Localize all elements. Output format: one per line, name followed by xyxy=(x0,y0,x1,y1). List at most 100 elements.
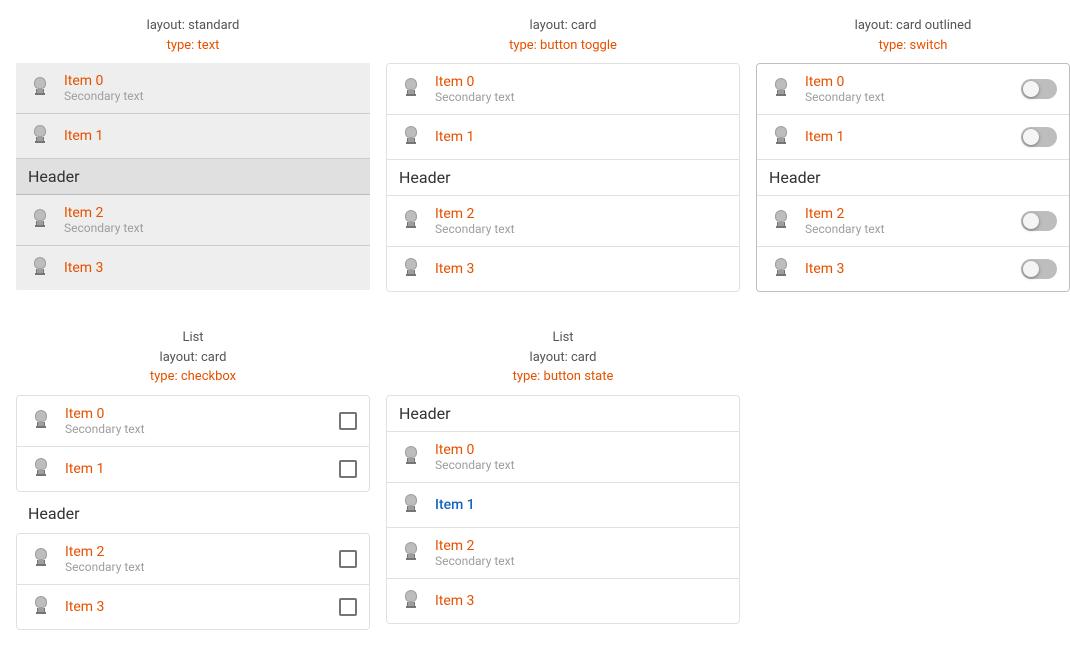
header-label: Header xyxy=(28,167,80,186)
list-header: Header xyxy=(387,396,739,432)
section-list-card-button-state: List layout: card type: button state Hea… xyxy=(378,320,748,638)
list-item[interactable]: Item 0 Secondary text xyxy=(387,64,739,115)
type-label-5: type: button state xyxy=(386,367,740,387)
item-text: Item 0 Secondary text xyxy=(435,442,727,472)
item-text: Item 2 Secondary text xyxy=(435,538,727,568)
checkbox[interactable] xyxy=(339,598,357,616)
list-item[interactable]: Item 1 xyxy=(17,447,369,491)
bulb-icon xyxy=(769,209,793,233)
item-text: Item 2 Secondary text xyxy=(65,544,339,574)
standalone-header: Header xyxy=(16,496,370,531)
list-item[interactable]: Item 2 Secondary text xyxy=(387,528,739,579)
bulb-icon-item0 xyxy=(28,76,52,100)
bulb-icon xyxy=(769,77,793,101)
list-item[interactable]: Item 0 Secondary text xyxy=(387,432,739,483)
toggle-switch[interactable] xyxy=(1021,259,1057,279)
type-label-2: type: button toggle xyxy=(386,36,740,56)
list-item[interactable]: Item 2 Secondary text xyxy=(387,196,739,247)
list-item[interactable]: Item 2 Secondary text xyxy=(17,534,369,585)
layout-label-5: layout: card xyxy=(386,348,740,368)
item-secondary: Secondary text xyxy=(435,554,727,568)
bulb-icon xyxy=(399,493,423,517)
section-title-5: List layout: card type: button state xyxy=(386,328,740,387)
item-primary: Item 3 xyxy=(435,261,727,277)
list-item[interactable]: Item 3 xyxy=(387,247,739,291)
item-primary: Item 3 xyxy=(805,261,1021,277)
item-primary: Item 1 xyxy=(65,461,339,477)
item-primary: Item 2 xyxy=(435,206,727,222)
item-text: Item 1 xyxy=(435,129,727,145)
layout-label-4: layout: card xyxy=(16,348,370,368)
list-card-checkbox: Item 0 Secondary text Item 1 xyxy=(16,395,370,492)
item-primary: Item 0 xyxy=(805,74,1021,90)
item-text-3: Item 3 xyxy=(64,260,358,276)
list-item[interactable]: Item 0 Secondary text xyxy=(16,63,370,114)
item-secondary: Secondary text xyxy=(435,458,727,472)
section-title-4: List layout: card type: checkbox xyxy=(16,328,370,387)
checkbox[interactable] xyxy=(339,460,357,478)
list-header: Header xyxy=(387,160,739,196)
item-secondary: Secondary text xyxy=(65,422,339,436)
bulb-icon xyxy=(399,257,423,281)
item-secondary: Secondary text xyxy=(805,90,1021,104)
list-item[interactable]: Item 1 xyxy=(16,114,370,159)
item-text: Item 0 Secondary text xyxy=(65,406,339,436)
layout-label-3: layout: card outlined xyxy=(756,16,1070,36)
bulb-icon xyxy=(399,541,423,565)
item-text: Item 2 Secondary text xyxy=(435,206,727,236)
item-text: Item 3 xyxy=(65,599,339,615)
list-item[interactable]: Item 0 Secondary text xyxy=(757,64,1069,115)
section-title-1: layout: standard type: text xyxy=(16,16,370,55)
header-label: Header xyxy=(769,168,821,187)
item-primary: Item 0 xyxy=(435,442,727,458)
type-label-3: type: switch xyxy=(756,36,1070,56)
section-card-button-toggle: layout: card type: button toggle Item 0 … xyxy=(378,8,748,300)
list-item[interactable]: Item 3 xyxy=(16,246,370,290)
item-text: Item 0 Secondary text xyxy=(435,74,727,104)
list-item[interactable]: Item 1 xyxy=(757,115,1069,160)
list-standard-text: Item 0 Secondary text Item 1 Header xyxy=(16,63,370,290)
toggle-knob xyxy=(1023,261,1039,277)
toggle-switch[interactable] xyxy=(1021,127,1057,147)
list-card-outlined-switch: Item 0 Secondary text Item 1 Header xyxy=(756,63,1070,292)
list-label-5: List xyxy=(386,328,740,348)
section-card-outlined-switch: layout: card outlined type: switch Item … xyxy=(748,8,1070,300)
header-label: Header xyxy=(399,168,451,187)
item-primary: Item 0 xyxy=(65,406,339,422)
checkbox[interactable] xyxy=(339,412,357,430)
list-item[interactable]: Item 2 Secondary text xyxy=(757,196,1069,247)
toggle-switch[interactable] xyxy=(1021,79,1057,99)
list-header: Header xyxy=(16,159,370,195)
type-label-1: type: text xyxy=(16,36,370,56)
item-primary: Item 2 xyxy=(435,538,727,554)
section-title-2: layout: card type: button toggle xyxy=(386,16,740,55)
bulb-icon xyxy=(399,209,423,233)
item-secondary: Secondary text xyxy=(435,90,727,104)
list-item[interactable]: Item 3 xyxy=(387,579,739,623)
bulb-icon xyxy=(769,257,793,281)
item-primary: Item 0 xyxy=(435,74,727,90)
item-text: Item 1 xyxy=(435,497,727,513)
item-secondary: Secondary text xyxy=(65,560,339,574)
checkbox[interactable] xyxy=(339,550,357,568)
item-text: Item 2 Secondary text xyxy=(805,206,1021,236)
section-title-3: layout: card outlined type: switch xyxy=(756,16,1070,55)
list-item[interactable]: Item 3 xyxy=(17,585,369,629)
item-primary: Item 1 xyxy=(435,129,727,145)
list-item[interactable]: Item 0 Secondary text xyxy=(17,396,369,447)
item-primary-2: Item 2 xyxy=(64,205,358,221)
item-text: Item 3 xyxy=(805,261,1021,277)
list-item[interactable]: Item 3 xyxy=(757,247,1069,291)
toggle-switch[interactable] xyxy=(1021,211,1057,231)
list-item[interactable]: Item 1 xyxy=(387,483,739,528)
list-card-button-toggle: Item 0 Secondary text Item 1 Header xyxy=(386,63,740,292)
item-secondary: Secondary text xyxy=(435,222,727,236)
bulb-icon xyxy=(29,547,53,571)
bulb-icon xyxy=(29,595,53,619)
list-item[interactable]: Item 1 xyxy=(387,115,739,160)
bulb-icon xyxy=(769,125,793,149)
list-item[interactable]: Item 2 Secondary text xyxy=(16,195,370,246)
item-text: Item 1 xyxy=(805,129,1021,145)
bulb-icon-item3 xyxy=(28,256,52,280)
toggle-knob xyxy=(1023,129,1039,145)
